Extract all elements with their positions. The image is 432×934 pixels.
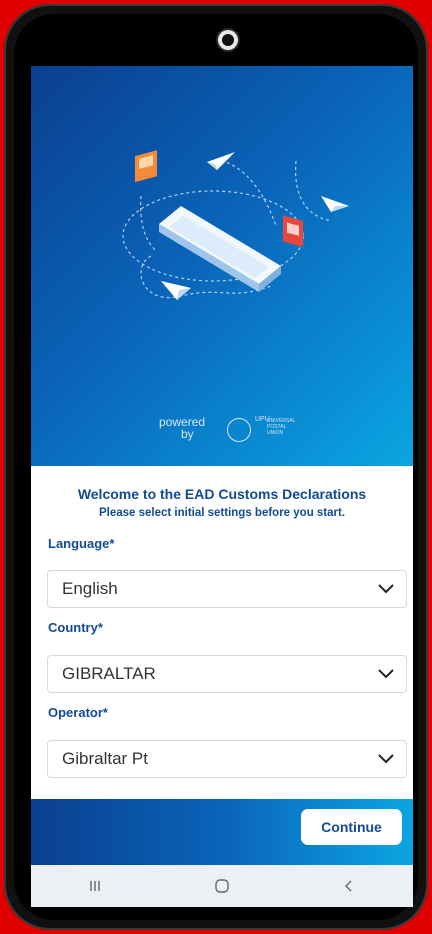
chevron-down-icon: [366, 655, 406, 693]
operator-select[interactable]: Gibraltar Pt: [47, 740, 407, 778]
upu-letters: UPU: [255, 416, 270, 423]
hero-banner: powered by UPU UNIVERSAL POSTAL UNION: [31, 66, 413, 466]
welcome-subtitle: Please select initial settings before yo…: [98, 507, 346, 519]
hero-illustration: [122, 150, 349, 300]
app-screen: powered by UPU UNIVERSAL POSTAL UNION We…: [31, 66, 413, 865]
front-camera: [218, 30, 238, 50]
back-icon[interactable]: [329, 871, 369, 901]
home-icon[interactable]: [202, 871, 242, 901]
operator-label: Operator*: [48, 705, 108, 720]
language-value: English: [62, 579, 118, 598]
system-nav-bar: [31, 865, 413, 907]
recents-icon[interactable]: [75, 871, 115, 901]
continue-button[interactable]: Continue: [301, 809, 402, 845]
upu-name: UNIVERSAL POSTAL UNION: [267, 418, 295, 436]
upu-logo-icon: [227, 418, 251, 442]
country-value: GIBRALTAR: [62, 664, 156, 683]
chevron-down-icon: [366, 570, 406, 608]
language-select[interactable]: English: [47, 570, 407, 608]
powered-by-text: powered by: [159, 416, 205, 440]
by-label: by: [181, 427, 194, 441]
country-select[interactable]: GIBRALTAR: [47, 655, 407, 693]
country-label: Country*: [48, 620, 103, 635]
chevron-down-icon: [366, 740, 406, 778]
settings-form: Welcome to the EAD Customs Declarations …: [31, 466, 413, 799]
bottom-action-bar: Continue: [31, 799, 413, 865]
operator-value: Gibraltar Pt: [62, 749, 148, 768]
upu-text-line: UNION: [267, 430, 284, 436]
welcome-title: Welcome to the EAD Customs Declarations: [77, 486, 367, 502]
language-label: Language*: [48, 536, 115, 551]
